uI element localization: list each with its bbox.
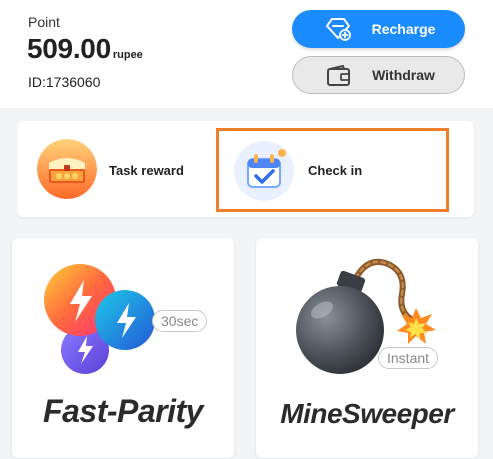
- bomb-icon: [296, 258, 436, 374]
- recharge-label: Recharge: [371, 21, 436, 37]
- wallet-header: Point 509.00 rupee ID:1736060 Recharge W…: [0, 0, 493, 108]
- wallet-icon: [327, 65, 350, 86]
- minesweeper-title: MineSweeper: [280, 398, 454, 429]
- balance: 509.00 rupee: [27, 33, 143, 65]
- task-reward-label: Task reward: [109, 163, 184, 178]
- recharge-icon: [326, 18, 351, 41]
- withdraw-button[interactable]: Withdraw: [292, 56, 465, 94]
- task-reward-item[interactable]: Task reward: [17, 121, 217, 217]
- user-id: ID:1736060: [28, 74, 101, 90]
- fast-parity-badge: 30sec: [152, 310, 208, 332]
- fast-parity-title: Fast-Parity: [43, 393, 203, 429]
- balance-unit: rupee: [112, 49, 143, 61]
- recharge-button[interactable]: Recharge: [292, 10, 465, 48]
- check-in-highlight: [216, 128, 449, 212]
- balance-value: 509.00: [27, 33, 111, 64]
- treasure-chest-icon: [37, 139, 97, 199]
- withdraw-label: Withdraw: [372, 67, 435, 83]
- fast-parity-card[interactable]: 30sec Fast-Parity: [12, 238, 234, 458]
- minesweeper-card[interactable]: Instant MineSweeper: [256, 238, 478, 458]
- minesweeper-badge: Instant: [378, 347, 439, 369]
- point-label: Point: [28, 14, 60, 30]
